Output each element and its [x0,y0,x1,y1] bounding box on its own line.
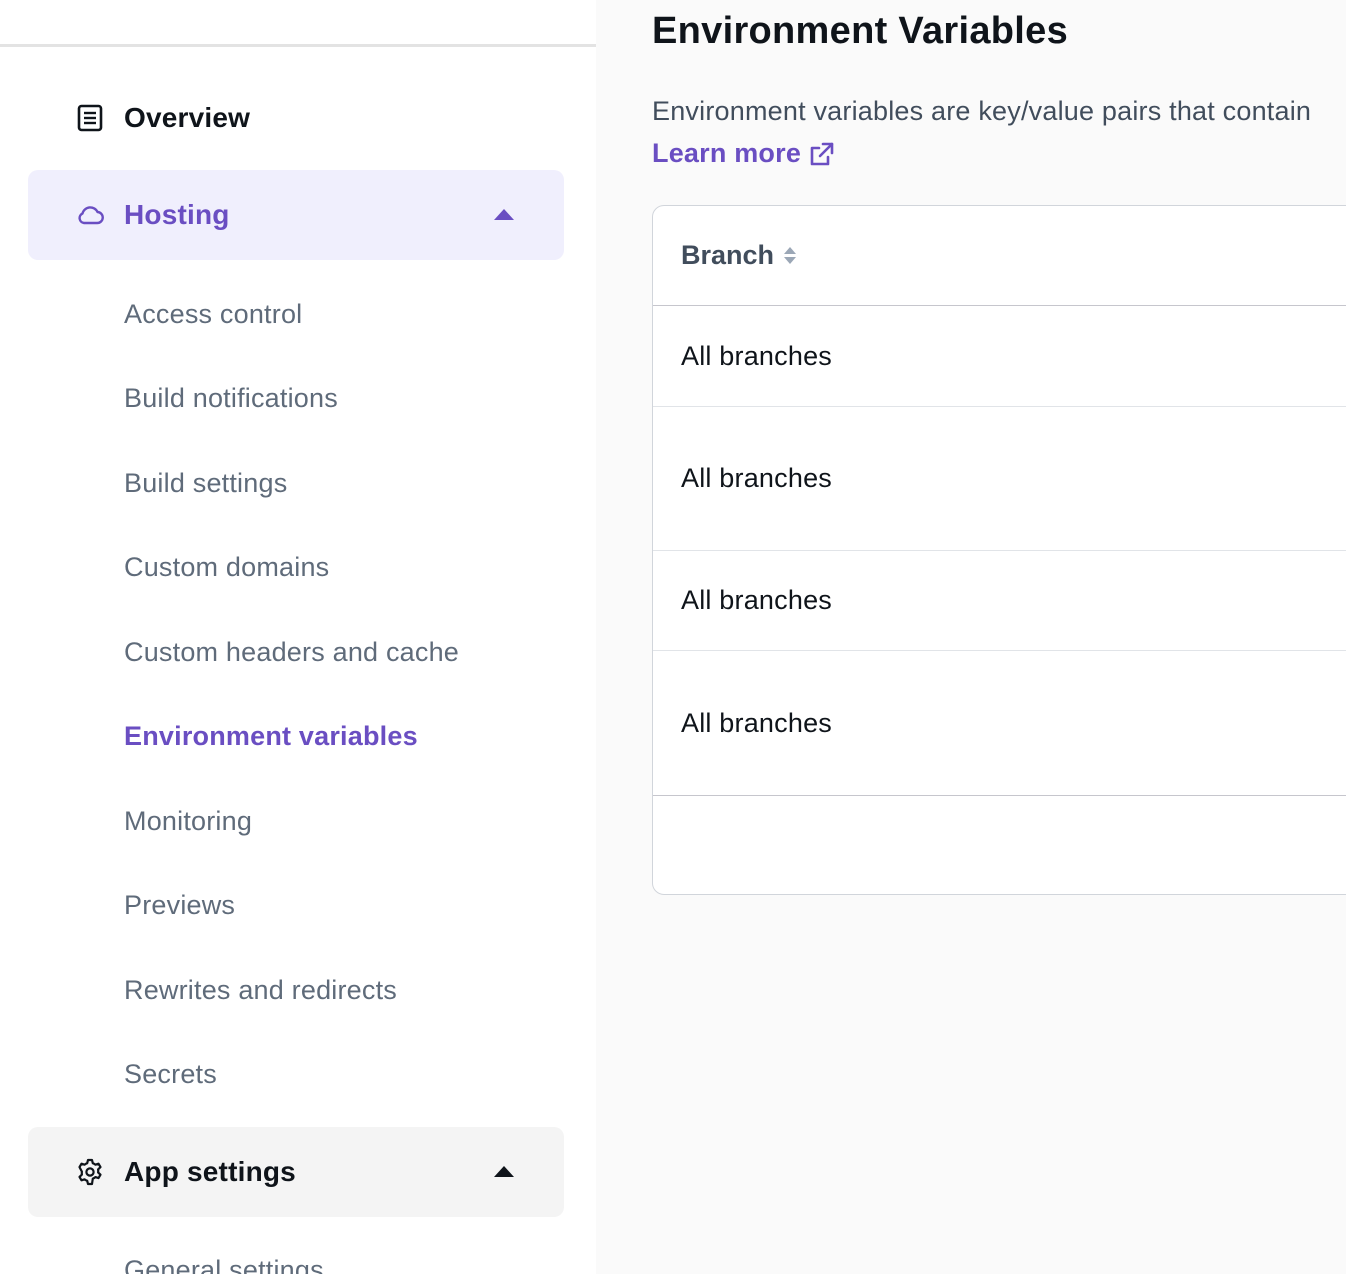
learn-more-label: Learn more [652,138,802,168]
sidebar-item-custom-headers-and-cache[interactable]: Custom headers and cache [124,632,459,672]
nav-overview[interactable]: Overview [28,80,564,156]
table-row: All branches [653,407,1346,551]
sidebar-item-access-control[interactable]: Access control [124,294,302,334]
environment-variables-table: Branch All branches All branches All bra… [652,205,1346,895]
document-icon [76,104,104,132]
sidebar-item-custom-domains[interactable]: Custom domains [124,547,329,587]
nav-app-settings-label: App settings [124,1156,296,1187]
table-row: All branches [653,306,1346,407]
table-row: All branches [653,651,1346,796]
page-description: Environment variables are key/value pair… [652,96,1312,126]
learn-more-link[interactable]: Learn more [652,138,835,169]
table-row: All branches [653,551,1346,651]
table-header-row: Branch [653,206,1346,306]
gear-icon [76,1158,104,1186]
sidebar-item-secrets[interactable]: Secrets [124,1054,217,1094]
nav-hosting-label: Hosting [124,199,230,230]
sort-icon[interactable] [784,247,797,264]
app-root: Overview Hosting Access control Build no… [0,0,1346,1274]
external-link-icon [809,141,835,167]
caret-up-icon[interactable] [494,209,514,220]
branch-cell: All branches [681,585,832,615]
sidebar-item-build-notifications[interactable]: Build notifications [124,378,338,418]
sidebar-item-previews[interactable]: Previews [124,885,235,925]
sidebar-item-build-settings[interactable]: Build settings [124,463,287,503]
column-header-branch[interactable]: Branch [681,240,774,271]
nav-group-app-settings[interactable]: App settings [28,1127,564,1217]
sidebar-item-rewrites-and-redirects[interactable]: Rewrites and redirects [124,970,397,1010]
sidebar-item-general-settings[interactable]: General settings [124,1250,324,1274]
nav-overview-label: Overview [124,102,251,133]
page-title: Environment Variables [652,10,1069,52]
sidebar-divider [0,44,596,47]
branch-cell: All branches [681,340,832,371]
branch-cell: All branches [681,463,832,493]
sidebar-item-environment-variables[interactable]: Environment variables [124,716,418,756]
cloud-icon [76,201,104,229]
sidebar-item-monitoring[interactable]: Monitoring [124,801,252,841]
branch-cell: All branches [681,707,832,738]
side-navigation: Overview Hosting Access control Build no… [0,0,596,1274]
nav-group-hosting[interactable]: Hosting [28,170,564,260]
caret-up-icon[interactable] [494,1166,514,1177]
main-content: Environment Variables Environment variab… [596,0,1346,1274]
